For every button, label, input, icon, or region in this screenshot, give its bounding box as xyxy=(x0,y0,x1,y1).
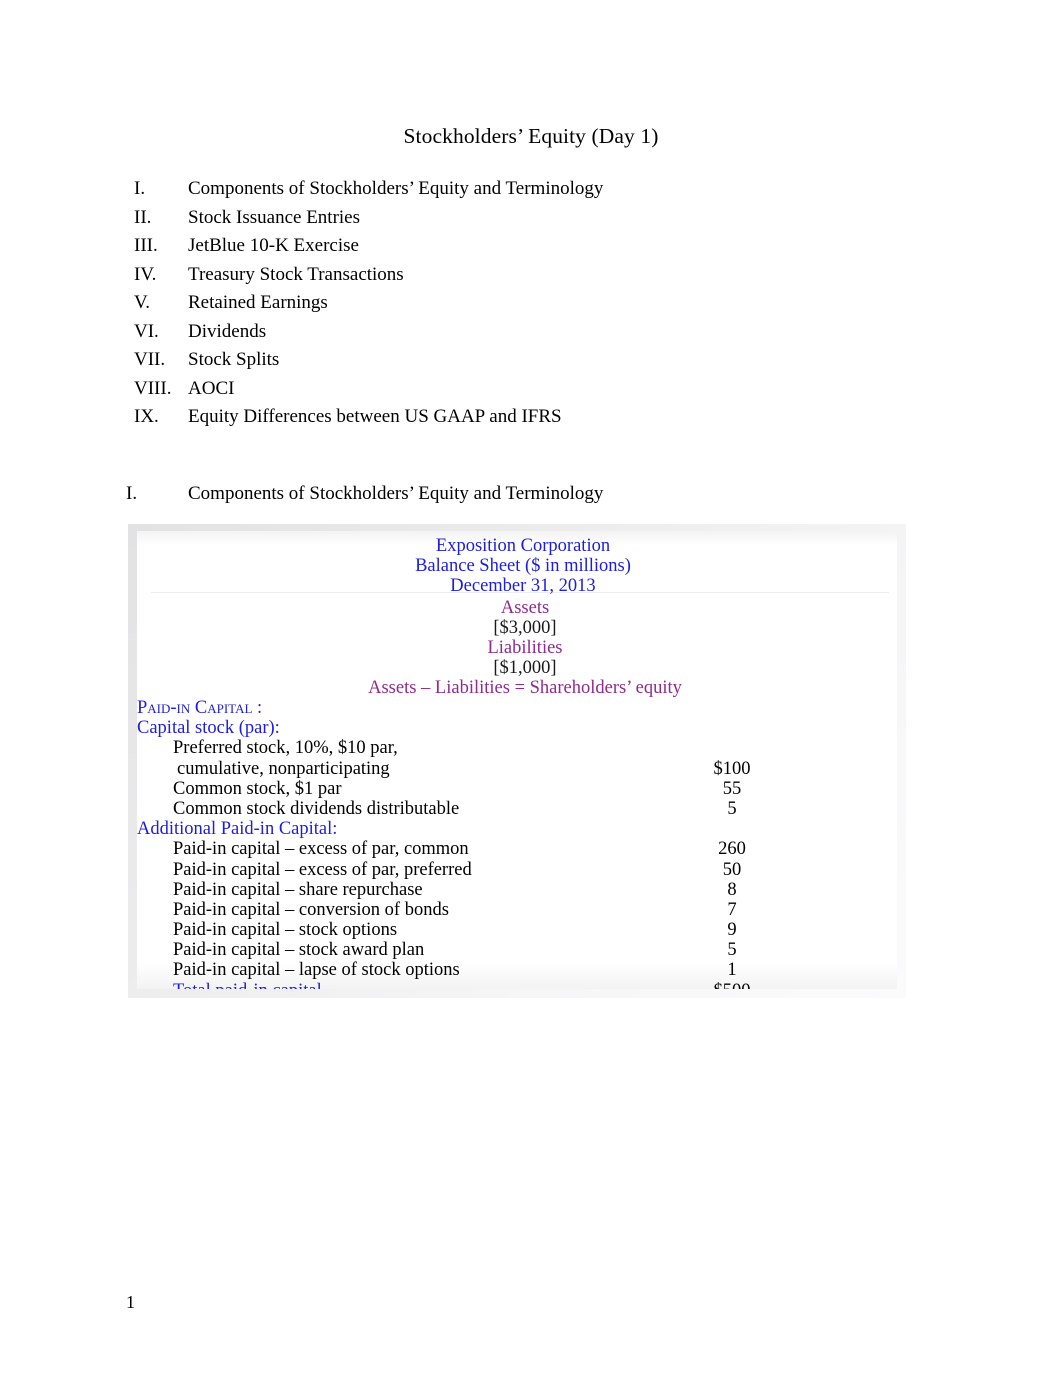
line-item-row: Common stock dividends distributable 5 xyxy=(137,799,897,819)
outline-item-6: VI. Dividends xyxy=(134,321,894,350)
balance-sheet-table: Exposition Corporation Balance Sheet ($ … xyxy=(128,524,906,998)
outline-item-4: IV. Treasury Stock Transactions xyxy=(134,264,894,293)
outline-number: I. xyxy=(134,178,146,199)
line-item-amount: 50 xyxy=(722,859,742,880)
line-item-row: Paid-in capital – excess of par, preferr… xyxy=(137,860,897,880)
line-item-label: Paid-in capital – conversion of bonds xyxy=(173,899,449,920)
outline-label: JetBlue 10-K Exercise xyxy=(188,235,359,256)
assets-value: [$3,000] xyxy=(493,618,557,638)
line-item-label: Paid-in capital – share repurchase xyxy=(173,879,423,900)
line-item-label: Paid-in capital – excess of par, preferr… xyxy=(173,859,472,880)
line-item-row: Paid-in capital – share repurchase 8 xyxy=(137,880,897,900)
line-item-label: Common stock, $1 par xyxy=(173,778,342,799)
accounting-equation-block: Assets [$3,000] Liabilities [$1,000] Ass… xyxy=(137,598,897,698)
outline-label: Retained Earnings xyxy=(188,292,328,313)
outline-item-9: IX. Equity Differences between US GAAP a… xyxy=(134,406,894,435)
outline-number: VI. xyxy=(134,320,159,342)
capital-stock-heading: Capital stock (par): xyxy=(137,718,280,739)
outline-number: II. xyxy=(134,206,152,228)
total-paid-in-capital-amount: $500 xyxy=(677,981,787,989)
outline-item-1: I. Components of Stockholders’ Equity an… xyxy=(134,178,894,207)
line-item-row: Paid-in capital – stock award plan 5 xyxy=(137,940,897,960)
line-item-label: Paid-in capital – stock award plan xyxy=(173,940,425,961)
line-item-row: Common stock, $1 par 55 xyxy=(137,779,897,799)
statement-date: December 31, 2013 xyxy=(450,576,596,596)
page-number: 1 xyxy=(126,1292,135,1312)
total-paid-in-capital-label: Total paid-in capital xyxy=(137,981,322,989)
outline-number: V. xyxy=(134,292,151,313)
line-item-amount: 55 xyxy=(722,778,742,799)
accounting-equation: Assets – Liabilities = Shareholders’ equ… xyxy=(368,678,682,698)
line-item-row: Paid-in capital – stock options 9 xyxy=(137,920,897,940)
outline-number: VIII. xyxy=(134,377,172,399)
document-page: Stockholders’ Equity (Day 1) I. Componen… xyxy=(0,0,1062,1377)
balance-sheet-line-items: Paid-in Capital : Capital stock (par): P… xyxy=(137,698,897,989)
company-name: Exposition Corporation xyxy=(435,536,611,556)
outline-label: AOCI xyxy=(188,377,235,399)
line-item-label: Paid-in capital – stock options xyxy=(173,920,398,941)
capital-stock-heading-row: Capital stock (par): xyxy=(137,718,897,738)
outline-number: VII. xyxy=(134,349,166,370)
additional-paid-in-capital-heading: Additional Paid-in Capital: xyxy=(137,819,338,840)
assets-label: Assets xyxy=(500,598,550,618)
line-item-label: Paid-in capital – lapse of stock options xyxy=(173,960,460,981)
outline-label: Stock Splits xyxy=(188,349,280,370)
paid-in-capital-heading: Paid-in Capital : xyxy=(137,698,263,718)
line-item-row: Paid-in capital – lapse of stock options… xyxy=(137,960,897,980)
outline-label: Dividends xyxy=(188,320,267,342)
line-item-row: Preferred stock, 10%, $10 par, xyxy=(137,738,897,758)
line-item-amount: $100 xyxy=(713,758,751,779)
outline-label: Components of Stockholders’ Equity and T… xyxy=(188,178,604,199)
line-item-label: Common stock dividends distributable xyxy=(173,798,460,819)
line-item-amount: 8 xyxy=(727,879,737,900)
balance-sheet-heading-block: Exposition Corporation Balance Sheet ($ … xyxy=(137,536,897,596)
outline-number: IX. xyxy=(134,406,159,427)
liabilities-value: [$1,000] xyxy=(493,658,557,678)
page-title: Stockholders’ Equity (Day 1) xyxy=(403,124,659,148)
paid-in-capital-heading-row: Paid-in Capital : xyxy=(137,698,897,718)
outline-number: IV. xyxy=(134,263,157,285)
section-title: Components of Stockholders’ Equity and T… xyxy=(188,483,604,504)
outline-label: Treasury Stock Transactions xyxy=(188,263,404,285)
line-item-row: Paid-in capital – conversion of bonds 7 xyxy=(137,900,897,920)
outline-item-8: VIII. AOCI xyxy=(134,378,894,407)
outline-item-7: VII. Stock Splits xyxy=(134,349,894,378)
line-item-amount: 9 xyxy=(727,920,737,941)
line-item-amount: 260 xyxy=(718,839,746,860)
outline-item-2: II. Stock Issuance Entries xyxy=(134,207,894,236)
line-item-row: cumulative, nonparticipating $100 xyxy=(137,759,897,779)
outline-label: Stock Issuance Entries xyxy=(188,206,361,228)
liabilities-label: Liabilities xyxy=(487,638,563,658)
outline-number: III. xyxy=(134,235,158,256)
outline-list: I. Components of Stockholders’ Equity an… xyxy=(134,178,894,435)
statement-name: Balance Sheet ($ in millions) xyxy=(415,556,631,576)
line-item-label: Preferred stock, 10%, $10 par, xyxy=(173,738,398,759)
line-item-label: cumulative, nonparticipating xyxy=(177,758,390,779)
section-number: I. xyxy=(126,483,138,504)
line-item-label: Paid-in capital – excess of par, common xyxy=(173,839,469,860)
outline-item-5: V. Retained Earnings xyxy=(134,292,894,321)
line-item-amount: 7 xyxy=(727,899,737,920)
line-item-amount: 5 xyxy=(727,940,737,961)
total-paid-in-capital-row: Total paid-in capital $500 xyxy=(137,981,897,989)
section-heading: I. Components of Stockholders’ Equity an… xyxy=(126,483,603,505)
line-item-row: Paid-in capital – excess of par, common … xyxy=(137,839,897,859)
line-item-amount: 1 xyxy=(727,960,737,981)
outline-item-3: III. JetBlue 10-K Exercise xyxy=(134,235,894,264)
outline-label: Equity Differences between US GAAP and I… xyxy=(188,406,562,427)
additional-paid-in-heading-row: Additional Paid-in Capital: xyxy=(137,819,897,839)
line-item-amount: 5 xyxy=(727,798,737,819)
